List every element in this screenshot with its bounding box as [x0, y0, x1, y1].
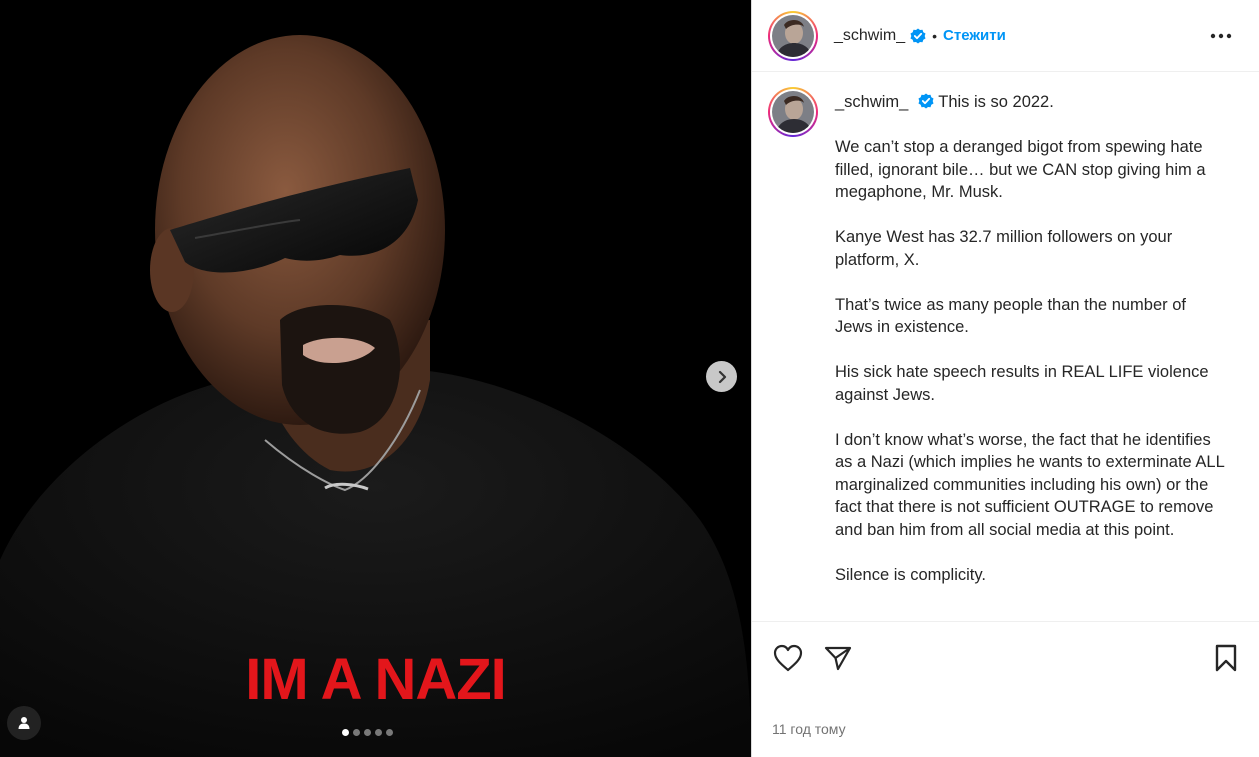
caption-paragraph: That’s twice as many people than the num… — [835, 295, 1186, 337]
share-button[interactable] — [823, 643, 853, 673]
more-options-icon — [1210, 33, 1232, 39]
user-tag-button[interactable] — [7, 706, 41, 740]
image-overlay-text: IM A NAZI — [245, 647, 507, 712]
carousel-dot — [353, 729, 360, 736]
next-slide-button[interactable] — [706, 361, 737, 392]
action-bar — [752, 621, 1259, 693]
like-button[interactable] — [773, 643, 803, 673]
caption-username[interactable]: _schwim_ — [835, 93, 908, 111]
post-media[interactable]: IM A NAZI — [0, 0, 751, 757]
post-side-panel: _schwim_ • Стежити _schwim_ This is so 2… — [751, 0, 1259, 757]
post-timestamp[interactable]: 11 год тому — [772, 721, 846, 737]
caption-scroll-area[interactable]: _schwim_ This is so 2022. We can’t stop … — [752, 73, 1259, 621]
carousel-dot — [364, 729, 371, 736]
caption-paragraph: This is so 2022. — [938, 93, 1054, 111]
caption-avatar[interactable] — [768, 87, 818, 137]
more-options-button[interactable] — [1209, 24, 1233, 48]
caption-paragraph: Kanye West has 32.7 million followers on… — [835, 228, 1173, 269]
caption-paragraph: We can’t stop a deranged bigot from spew… — [835, 138, 1206, 201]
save-button[interactable] — [1211, 643, 1241, 673]
avatar[interactable] — [768, 10, 818, 61]
user-tag-icon — [18, 717, 30, 729]
carousel-dot — [386, 729, 393, 736]
caption-paragraph: I don’t know what’s worse, the fact that… — [835, 430, 1225, 539]
chevron-right-icon — [718, 370, 726, 383]
caption: _schwim_ This is so 2022. We can’t stop … — [752, 73, 1259, 586]
header-username[interactable]: _schwim_ — [834, 27, 905, 45]
verified-badge-icon — [918, 93, 934, 109]
bookmark-icon — [1215, 644, 1237, 672]
carousel-indicator — [342, 729, 393, 736]
carousel-dot — [375, 729, 382, 736]
follow-button[interactable]: Стежити — [943, 27, 1006, 44]
carousel-dot — [342, 729, 349, 736]
header-separator: • — [932, 27, 938, 44]
caption-paragraph: Silence is complicity. — [835, 565, 986, 584]
heart-icon — [773, 644, 803, 672]
caption-paragraph: His sick hate speech results in REAL LIF… — [835, 363, 1209, 404]
verified-badge-icon — [910, 28, 926, 43]
post-header: _schwim_ • Стежити — [752, 0, 1259, 72]
paper-plane-icon — [824, 646, 852, 671]
post-photo — [0, 0, 751, 757]
